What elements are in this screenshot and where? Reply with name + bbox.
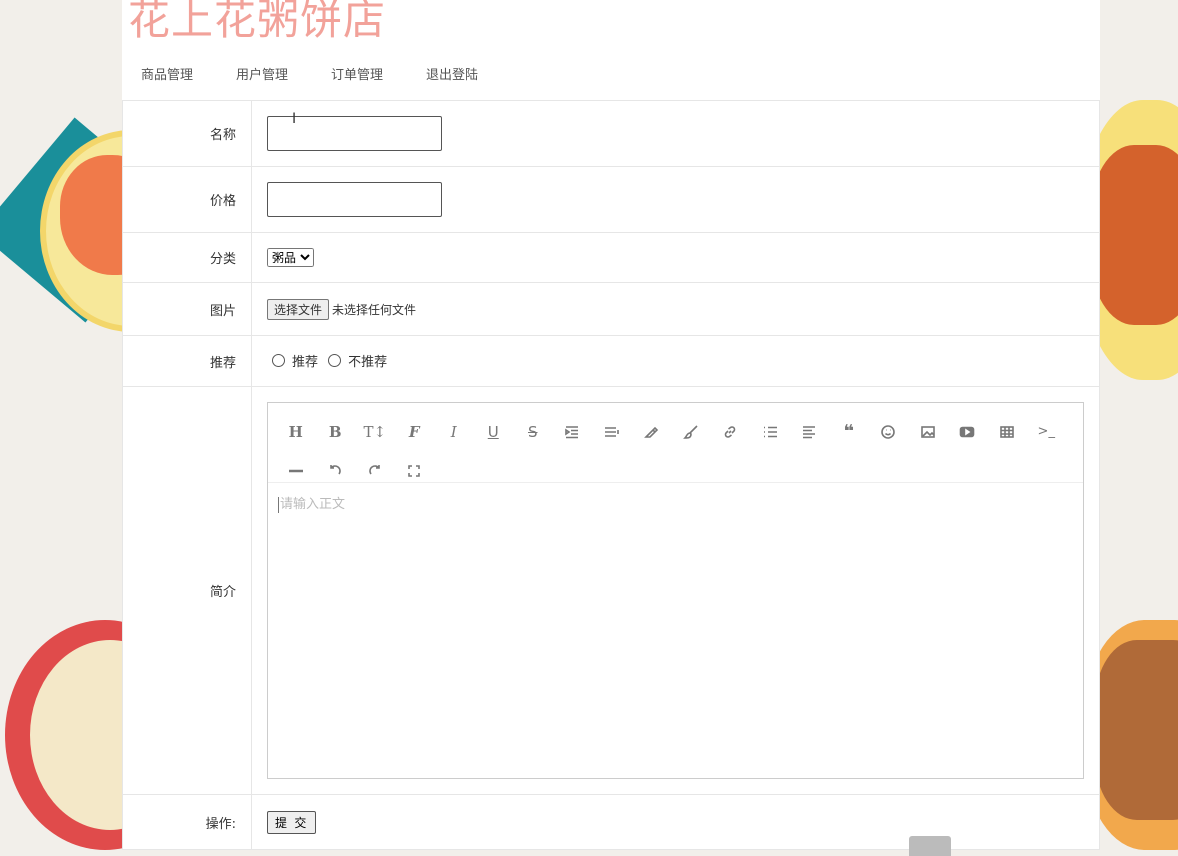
nav-item-product-management[interactable]: 商品管理 <box>141 64 193 83</box>
name-label: 名称 <box>122 100 252 167</box>
code-icon[interactable]: >_ <box>1027 412 1067 451</box>
file-status-text: 未选择任何文件 <box>332 302 417 317</box>
admin-panel: 花上花粥饼店 商品管理 用户管理 订单管理 退出登陆 名称 价格 分类 粥品 图… <box>122 0 1100 850</box>
form-row-image: 图片 选择文件 未选择任何文件 <box>122 282 1100 336</box>
emoji-icon[interactable] <box>869 412 909 451</box>
nav-item-order-management[interactable]: 订单管理 <box>331 64 383 83</box>
align-icon[interactable] <box>790 412 830 451</box>
choose-file-button[interactable]: 选择文件 <box>267 298 330 320</box>
text-cursor-icon: I <box>292 111 297 127</box>
video-icon[interactable] <box>948 412 988 451</box>
text-color-icon[interactable] <box>632 412 672 451</box>
shop-title: 花上花粥饼店 <box>128 0 387 44</box>
image-icon[interactable] <box>908 412 948 451</box>
intro-label: 简介 <box>122 386 252 795</box>
table-icon[interactable] <box>987 412 1027 451</box>
form-row-recommend: 推荐 推荐 不推荐 <box>122 335 1100 387</box>
nav-item-logout[interactable]: 退出登陆 <box>426 64 478 83</box>
recommend-label: 推荐 <box>122 335 252 387</box>
underline-icon[interactable]: U <box>474 412 514 451</box>
font-family-icon[interactable]: F <box>395 412 435 451</box>
heading-icon[interactable]: H <box>276 412 316 451</box>
unordered-list-icon[interactable] <box>750 412 790 451</box>
product-form: 名称 价格 分类 粥品 图片 选择文件 未选择任何文件 推荐 推荐 不推荐 简介… <box>122 100 1100 850</box>
editor-toolbar: H B T↕ F I U S ❝ >_ <box>268 403 1083 483</box>
rich-text-editor: H B T↕ F I U S ❝ >_ 请输入正文 <box>267 402 1084 779</box>
form-row-category: 分类 粥品 <box>122 232 1100 283</box>
form-row-intro: 简介 H B T↕ F I U S ❝ >_ 请输入正文 <box>122 386 1100 795</box>
image-label: 图片 <box>122 282 252 336</box>
action-label: 操作: <box>122 794 252 850</box>
recommend-radio[interactable]: 推荐 <box>267 351 318 370</box>
italic-icon[interactable]: I <box>434 412 474 451</box>
form-row-price: 价格 <box>122 166 1100 233</box>
radio-circle-icon <box>328 354 342 367</box>
strikethrough-icon[interactable]: S <box>513 412 553 451</box>
roast-decoration <box>1090 145 1178 325</box>
form-row-action: 操作: 提 交 <box>122 794 1100 850</box>
quote-icon[interactable]: ❝ <box>829 412 869 451</box>
radio-circle-icon <box>272 354 285 367</box>
floating-tab[interactable] <box>909 836 951 856</box>
link-icon[interactable] <box>711 412 751 451</box>
text-caret <box>278 496 279 513</box>
background-color-icon[interactable] <box>671 412 711 451</box>
price-label: 价格 <box>122 166 252 233</box>
category-select[interactable]: 粥品 <box>267 248 314 267</box>
price-input[interactable] <box>267 182 442 217</box>
line-height-icon[interactable] <box>592 412 632 451</box>
not-recommend-radio[interactable]: 不推荐 <box>328 351 387 370</box>
nav-item-user-management[interactable]: 用户管理 <box>236 64 288 83</box>
editor-content-area[interactable]: 请输入正文 <box>268 483 1083 523</box>
bold-icon[interactable]: B <box>316 412 356 451</box>
form-row-name: 名称 <box>122 100 1100 167</box>
indent-icon[interactable] <box>553 412 593 451</box>
submit-button[interactable]: 提 交 <box>267 810 317 834</box>
editor-placeholder: 请输入正文 <box>280 497 346 512</box>
meat-decoration <box>1095 640 1178 820</box>
category-label: 分类 <box>122 232 252 283</box>
font-size-icon[interactable]: T↕ <box>355 412 395 451</box>
nav-bar: 商品管理 用户管理 订单管理 退出登陆 <box>141 64 521 83</box>
